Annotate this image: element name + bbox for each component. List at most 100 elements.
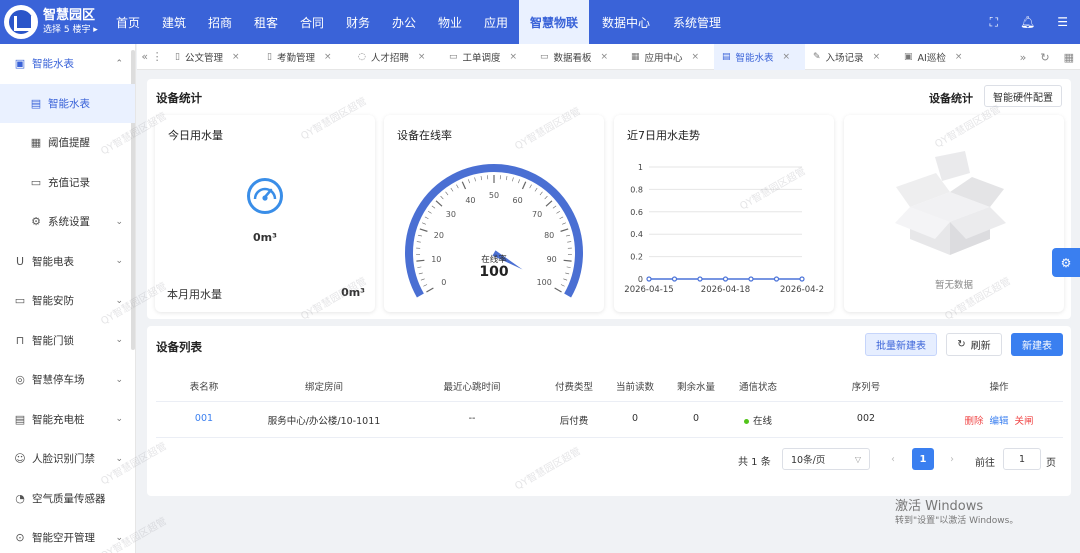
refresh-button[interactable]: ↻ 刷新 (946, 333, 1002, 356)
close-icon[interactable]: × (955, 52, 963, 62)
sidebar-item-label: 人脸识别门禁 (32, 453, 95, 466)
close-icon[interactable]: × (324, 52, 332, 62)
x-tick-label: 2026-04-15 (624, 285, 673, 295)
gauge-tick (544, 195, 548, 200)
nav-item-4[interactable]: 租客 (243, 0, 289, 44)
delete-action[interactable]: 删除 (964, 416, 983, 427)
nav-item-3[interactable]: 招商 (197, 0, 243, 44)
tabs-menu-grid-icon[interactable]: ▦ (1064, 51, 1074, 64)
close-icon[interactable]: × (418, 52, 426, 62)
app-logo[interactable]: 智慧园区 选择 5 楼宇 ▸ (0, 0, 105, 44)
sidebar-item-9[interactable]: ◎ 智慧停车场 ⌄ (0, 360, 135, 400)
gauge-tick-label: 60 (512, 196, 522, 205)
document-icon: ▤ (14, 412, 26, 426)
nav-item-2[interactable]: 建筑 (151, 0, 197, 44)
edit-action[interactable]: 编辑 (989, 416, 1008, 427)
prev-page-button[interactable]: ‹ (882, 448, 904, 470)
gauge-tick (445, 191, 449, 196)
tabs-scroll-left-icon[interactable]: « ⋮ (137, 50, 167, 63)
nav-item-7[interactable]: 办公 (381, 0, 427, 44)
nav-item-6[interactable]: 财务 (335, 0, 381, 44)
month-water-label: 本月用水量 (167, 288, 222, 301)
page-size-value: 10条/页 (791, 455, 826, 466)
bell-icon[interactable]: 🔔︎ (1020, 15, 1035, 29)
windows-activation-subtitle: 转到"设置"以激活 Windows。 (895, 516, 1019, 526)
sidebar-item-12[interactable]: ◔ 空气质量传感器 (0, 479, 135, 519)
sidebar-item-8[interactable]: ⊓ 智能门锁 ⌄ (0, 321, 135, 361)
tab-5[interactable]: ▭ 数据看板 × (532, 44, 623, 70)
gauge-tick (539, 191, 543, 196)
nav-item-10[interactable]: 智慧物联 (519, 0, 589, 44)
gauge-icon: ◔ (15, 491, 25, 505)
new-meter-button[interactable]: 新建表 (1011, 333, 1063, 356)
close-icon[interactable]: × (692, 52, 700, 62)
sidebar-item-4[interactable]: ▭ 充值记录 (0, 163, 135, 203)
close-icon[interactable]: × (873, 52, 881, 62)
page-size-select[interactable]: 10条/页 ▽ (782, 448, 870, 470)
refresh-tab-icon[interactable]: ↻ (1040, 51, 1049, 64)
sidebar-item-label: 智能电表 (32, 255, 74, 268)
close-icon[interactable]: × (510, 52, 518, 62)
gauge-tick (560, 228, 569, 232)
chevron-down-icon: ▽ (854, 454, 861, 464)
tab-label: 考勤管理 (276, 52, 315, 64)
gauge-tick (461, 181, 467, 190)
nav-item-5[interactable]: 合同 (289, 0, 335, 44)
tab-9[interactable]: ▣ AI巡检 × (896, 44, 988, 70)
nav-item-9[interactable]: 应用 (473, 0, 519, 44)
sidebar-item-2[interactable]: ▤ 智能水表 (0, 83, 135, 123)
file-icon: ▤ (722, 51, 731, 62)
fullscreen-icon[interactable]: ⛶ (990, 15, 998, 30)
batch-create-button[interactable]: 批量新建表 (865, 333, 937, 356)
gauge-tick (545, 200, 553, 207)
status-badge: 在线 (743, 413, 772, 427)
y-tick-label: 0.6 (630, 208, 643, 217)
tab-3[interactable]: ◌ 人才招聘 × (350, 44, 441, 70)
logo-icon (4, 5, 38, 39)
tab-1[interactable]: ▯ 公文管理 × (167, 44, 259, 70)
chevron-down-icon: ⌄ (115, 335, 123, 346)
page-number-current[interactable]: 1 (912, 448, 934, 470)
sidebar-item-label: 空气质量传感器 (32, 492, 106, 505)
gear-icon: ⚙ (1060, 255, 1072, 270)
y-tick-label: 0.4 (630, 230, 643, 239)
close-icon[interactable]: × (232, 52, 240, 62)
row-actions: 删除 编辑 关闸 (961, 413, 1036, 427)
gauge-tick (456, 184, 459, 189)
gauge-tick (426, 287, 434, 293)
tab-8[interactable]: ✎ 入场记录 × (805, 44, 896, 70)
col-heartbeat-header: 最近心跳时间 (443, 382, 501, 393)
nav-item-8[interactable]: 物业 (427, 0, 473, 44)
tab-label: AI巡检 (917, 52, 946, 64)
close-valve-action[interactable]: 关闸 (1015, 416, 1034, 427)
goto-page-input[interactable]: 1 (1003, 448, 1041, 470)
tab-7[interactable]: ▤ 智能水表 × (714, 43, 805, 70)
sidebar-item-5[interactable]: ⚙ 系统设置 ⌄ (0, 202, 135, 242)
tab-4[interactable]: ▭ 工单调度 × (441, 44, 532, 70)
sidebar-item-1[interactable]: ▣ 智能水表 ⌃ (0, 44, 135, 84)
tab-2[interactable]: ▯ 考勤管理 × (259, 44, 350, 70)
next-page-button[interactable]: › (941, 448, 963, 470)
nav-item-1[interactable]: 首页 (105, 0, 151, 44)
gauge-tick-label: 80 (544, 231, 554, 240)
today-water-value: 0m³ (253, 231, 277, 244)
nav-item-11[interactable]: 数据中心 (589, 0, 663, 44)
droplet-icon: ▣ (14, 57, 26, 71)
tab-label: 人才招聘 (370, 52, 409, 64)
col-name-cell[interactable]: 001 (195, 413, 213, 424)
image-icon: ▦ (30, 136, 42, 150)
settings-sliders-icon[interactable]: ☰ (1057, 15, 1068, 29)
gauge-tick (468, 179, 470, 184)
gauge-tick (480, 176, 482, 181)
close-icon[interactable]: × (601, 52, 609, 62)
gauge-tick (419, 228, 428, 232)
sidebar-item-6[interactable]: Ս 智能电表 ⌄ (0, 242, 135, 282)
floating-settings-button[interactable]: ⚙ (1052, 248, 1080, 277)
gauge-tick (552, 205, 557, 209)
nav-item-12[interactable]: 系统管理 (663, 0, 731, 44)
tab-6[interactable]: ▦ 应用中心 × (623, 44, 714, 70)
tabs-scroll-right-icon[interactable]: » (1020, 51, 1027, 64)
building-selector[interactable]: 选择 5 楼宇 ▸ (43, 25, 98, 36)
close-icon[interactable]: × (783, 52, 791, 62)
sidebar-item-10[interactable]: ▤ 智能充电桩 ⌄ (0, 400, 135, 440)
